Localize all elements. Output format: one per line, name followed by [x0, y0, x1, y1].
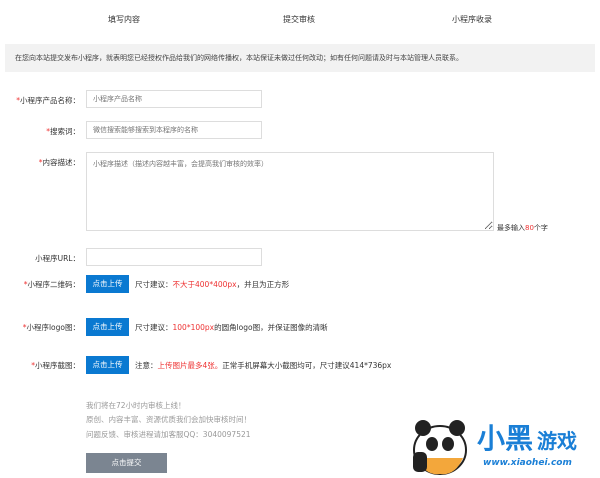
watermark-url: www.xiaohei.com [483, 458, 572, 468]
note-line: 问题反馈、审核进程请加客服QQ：3040097521 [86, 430, 251, 439]
note-line: 我们将在72小时内审核上线！ [86, 401, 186, 410]
url-input[interactable] [86, 248, 262, 266]
screens-hint: 注意：上传图片最多4张。正常手机屏幕大小截图均可，尺寸建议414*736px [135, 361, 392, 370]
keywords-label: *搜索词： [46, 127, 80, 136]
logo-upload-button[interactable]: 点击上传 [86, 318, 129, 336]
screens-upload-button[interactable]: 点击上传 [86, 356, 129, 374]
watermark-logo: 小黑 游戏 www.xiaohei.com [405, 408, 600, 476]
svg-text:游戏: 游戏 [537, 429, 577, 453]
desc-label: *内容描述： [38, 158, 80, 167]
screens-label: *小程序截图： [31, 361, 80, 370]
qrcode-upload-button[interactable]: 点击上传 [86, 275, 129, 293]
note-line: 原创、内容丰富、资源优质我们会加快审核时间！ [86, 415, 251, 424]
qrcode-label: *小程序二维码： [23, 280, 80, 289]
notice-banner: 在您向本站提交发布小程序，就表明您已经授权作品给我们的网络传播权，本站保证未做过… [5, 44, 595, 72]
desc-limit: 最多输入80个字 [497, 224, 548, 232]
name-input[interactable] [86, 90, 262, 108]
desc-textarea[interactable] [86, 152, 494, 231]
submit-button[interactable]: 点击提交 [86, 453, 167, 473]
qrcode-hint: 尺寸建议：不大于400*400px，并且为正方形 [135, 280, 290, 289]
logo-hint: 尺寸建议：100*100px的圆角logo图，并保证图像的清晰 [135, 323, 328, 332]
keywords-input[interactable] [86, 121, 262, 139]
url-label: 小程序URL： [35, 254, 80, 263]
step-submit-review: 提交审核 [283, 15, 315, 24]
name-label: *小程序产品名称： [16, 96, 80, 105]
step-fill-content: 填写内容 [108, 15, 140, 24]
step-included: 小程序收录 [452, 15, 492, 24]
logo-label: *小程序logo图： [22, 323, 80, 332]
svg-text:小黑: 小黑 [477, 422, 533, 455]
